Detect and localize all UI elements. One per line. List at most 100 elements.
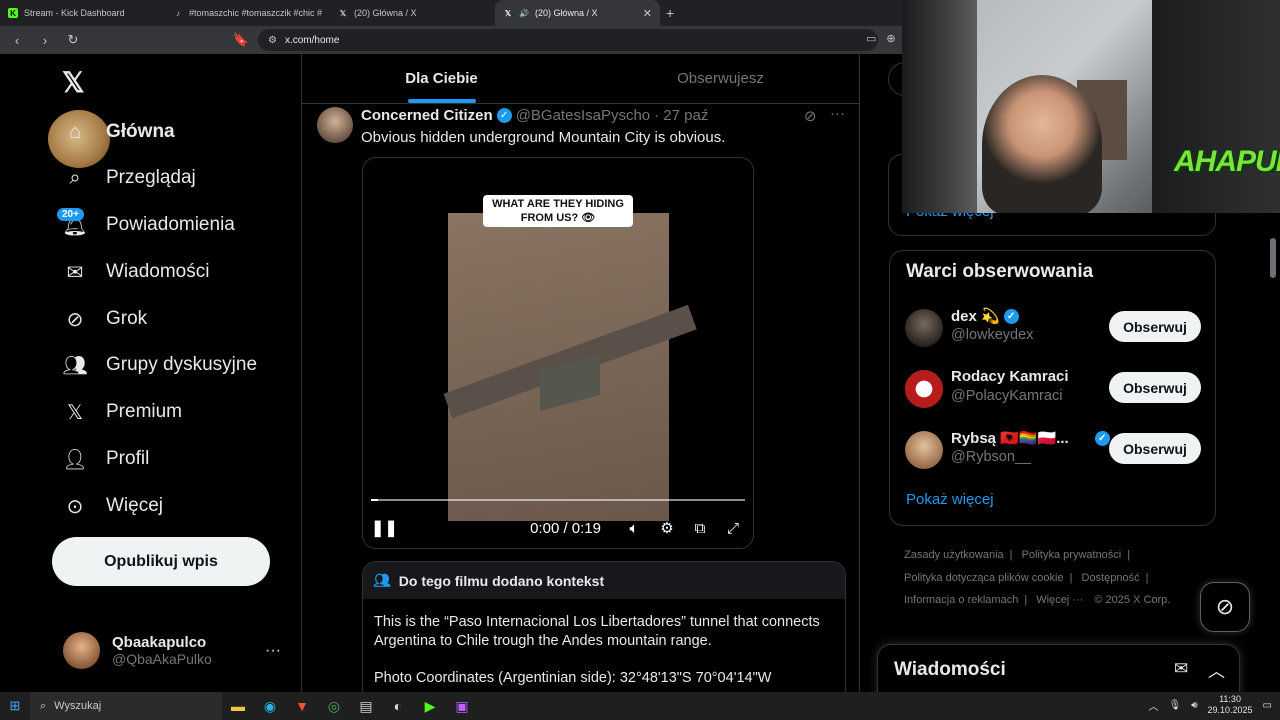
more-icon[interactable]: ··· [830,105,845,122]
account-switcher[interactable]: Qbaakapulco @QbaAkaPulko ··· [63,632,293,669]
browser-tab[interactable]: ♪ #tomaszchic #tomaszczik #chic #czik [165,0,330,26]
suggestion-handle: @PolacyKamraci [951,388,1063,404]
footer-link[interactable]: Informacja o reklamach [904,594,1018,606]
tweet-time[interactable]: · 27 paź [654,107,708,124]
file-explorer-icon[interactable]: ▬ [222,692,254,720]
more-circle-icon: ⊙ [66,495,84,518]
avatar[interactable] [905,370,943,408]
tab-for-you[interactable]: Dla Ciebie [302,54,581,103]
notifications-icon[interactable]: ▭ [1263,700,1272,711]
suggestion-name[interactable]: Rodacy Kamraci [951,368,1069,385]
video-time: 0:00 / 0:19 [530,519,601,537]
suggestion-name[interactable]: Rybsą 🇦🇱🏳️‍🌈🇵🇱... ✓ [951,429,1110,447]
follow-suggestion[interactable]: Rybsą 🇦🇱🏳️‍🌈🇵🇱... ✓ @Rybson__ Obserwuj [905,429,1205,473]
taskbar-search-input[interactable]: ⌕ Wyszukaj [30,692,222,720]
new-message-icon[interactable]: ✉ [1174,659,1188,679]
pip-icon[interactable]: ⧉ [688,516,712,540]
avatar[interactable] [905,431,943,469]
avatar[interactable] [905,309,943,347]
speaker-icon: 🔊 [519,8,529,18]
reload-icon[interactable]: ↻ [64,32,82,48]
app-icon[interactable]: ▤ [350,692,382,720]
footer-link[interactable]: Polityka prywatności [1022,549,1122,561]
sidebar-item-label: Premium [106,401,183,422]
site-info-icon[interactable]: ⚙ [268,35,277,46]
back-icon[interactable]: ‹ [8,33,26,48]
windows-start-icon[interactable]: ⊞ [0,698,30,714]
forward-icon[interactable]: › [36,33,54,48]
follow-button[interactable]: Obserwuj [1109,311,1201,342]
footer-link[interactable]: Dostępność [1082,572,1140,584]
x-logo-icon[interactable]: 𝕏 [62,66,85,99]
suggestion-name-text: Rybsą 🇦🇱🏳️‍🌈🇵🇱... [951,430,1069,447]
cast-icon[interactable]: ▭ [866,32,876,45]
app-icon[interactable]: ▣ [446,692,478,720]
sidebar-item-label: Powiadomienia [106,214,235,235]
obs-icon[interactable]: ◐ [382,692,414,720]
search-icon: ⌕ [69,166,81,189]
tweet-handle[interactable]: @BGatesIsaPyscho [516,107,650,124]
post-button[interactable]: Opublikuj wpis [52,537,270,586]
home-icon: ⌂ [68,120,82,143]
fullscreen-icon[interactable]: ⤢ [721,516,745,540]
sidebar-item-more[interactable]: ⊙ Więcej [62,493,163,519]
clock[interactable]: 11:30 29.10.2025 [1208,694,1253,716]
sidebar-item-communities[interactable]: 👥︎ Grupy dyskusyjne [62,352,257,378]
search-icon: ⌕ [40,699,47,712]
sidebar-item-profile[interactable]: 👤︎ Profil [62,446,149,472]
speaker-icon[interactable]: 🔊︎ [1191,700,1197,711]
follow-button[interactable]: Obserwuj [1109,372,1201,403]
pause-icon[interactable]: ❚❚ [371,518,398,538]
new-tab-button[interactable]: + [666,5,674,21]
chevron-up-icon[interactable]: ︿ [1148,698,1158,713]
suggestion-name[interactable]: dex 💫 ✓ [951,307,1019,325]
chevron-up-icon[interactable]: ︿ [1208,657,1225,682]
edge-icon[interactable]: ◉ [254,692,286,720]
grok-icon[interactable]: ⊘ [804,107,817,125]
video-player[interactable]: WHAT ARE THEY HIDING FROM US? 👁 ❚❚ 0:00 … [362,157,754,549]
url-field[interactable]: ⚙ x.com/home [258,29,878,51]
sidebar-item-premium[interactable]: 𝕏 Premium [62,399,182,425]
video-seek-bar[interactable] [371,499,745,501]
account-handle: @QbaAkaPulko [112,651,212,667]
streamer-face [982,75,1102,213]
chrome-icon[interactable]: ◎ [318,692,350,720]
sidebar-item-home[interactable]: ⌂ Główna [62,119,175,145]
scrollbar[interactable] [1270,238,1276,278]
note-header-text: Do tego filmu dodano kontekst [398,572,605,589]
sidebar-item-label: Grupy dyskusyjne [106,354,258,375]
close-tab-icon[interactable]: ✕ [643,7,652,20]
notification-badge: 20+ [57,208,84,221]
volume-icon[interactable]: 🔈︎ [622,516,646,540]
tweet-author[interactable]: Concerned Citizen [361,107,493,124]
video-controls: ❚❚ 0:00 / 0:19 🔈︎ ⚙ ⧉ ⤢ [371,516,745,540]
clock-date: 29.10.2025 [1207,705,1253,715]
webcam-overlay: AHAPULCO [902,0,1280,213]
avatar[interactable] [317,107,353,143]
grok-button[interactable]: ⊘ [1200,582,1250,632]
settings-icon[interactable]: ⚙ [655,516,679,540]
footer-link[interactable]: Więcej ··· [1036,594,1083,606]
browser-tab-active[interactable]: 𝕏 🔊 (20) Główna / X ✕ [495,0,660,26]
tab-following[interactable]: Obserwujesz [581,54,859,103]
microphone-icon[interactable]: 🎙︎ [1168,700,1181,711]
show-more-link[interactable]: Pokaż więcej [906,491,994,508]
follow-button[interactable]: Obserwuj [1109,433,1201,464]
brave-icon[interactable]: ▼ [286,692,318,720]
sidebar-item-label: Główna [106,121,175,142]
more-icon[interactable]: ··· [265,642,281,660]
tiktok-icon: ♪ [176,8,180,18]
browser-tab[interactable]: 𝕏 (20) Główna / X [330,0,495,26]
bookmark-icon[interactable]: 🔖 [232,32,250,48]
zoom-icon[interactable]: ⊕ [886,32,895,45]
footer-link[interactable]: Polityka dotycząca plików cookie [904,572,1064,584]
sidebar-item-messages[interactable]: ✉ Wiadomości [62,259,210,285]
sidebar-item-explore[interactable]: ⌕ Przeglądaj [62,165,195,191]
kick-icon[interactable]: ▶ [414,692,446,720]
footer-link[interactable]: Zasady użytkowania [904,549,1004,561]
follow-suggestion[interactable]: Rodacy Kamraci @PolacyKamraci Obserwuj [905,368,1205,412]
follow-suggestion[interactable]: dex 💫 ✓ @lowkeydex Obserwuj [905,307,1205,351]
browser-tab[interactable]: K Stream - Kick Dashboard [0,0,165,26]
sidebar-item-notifications[interactable]: 🔔︎ Powiadomienia [62,212,235,238]
sidebar-item-grok[interactable]: ⊘ Grok [62,306,148,332]
